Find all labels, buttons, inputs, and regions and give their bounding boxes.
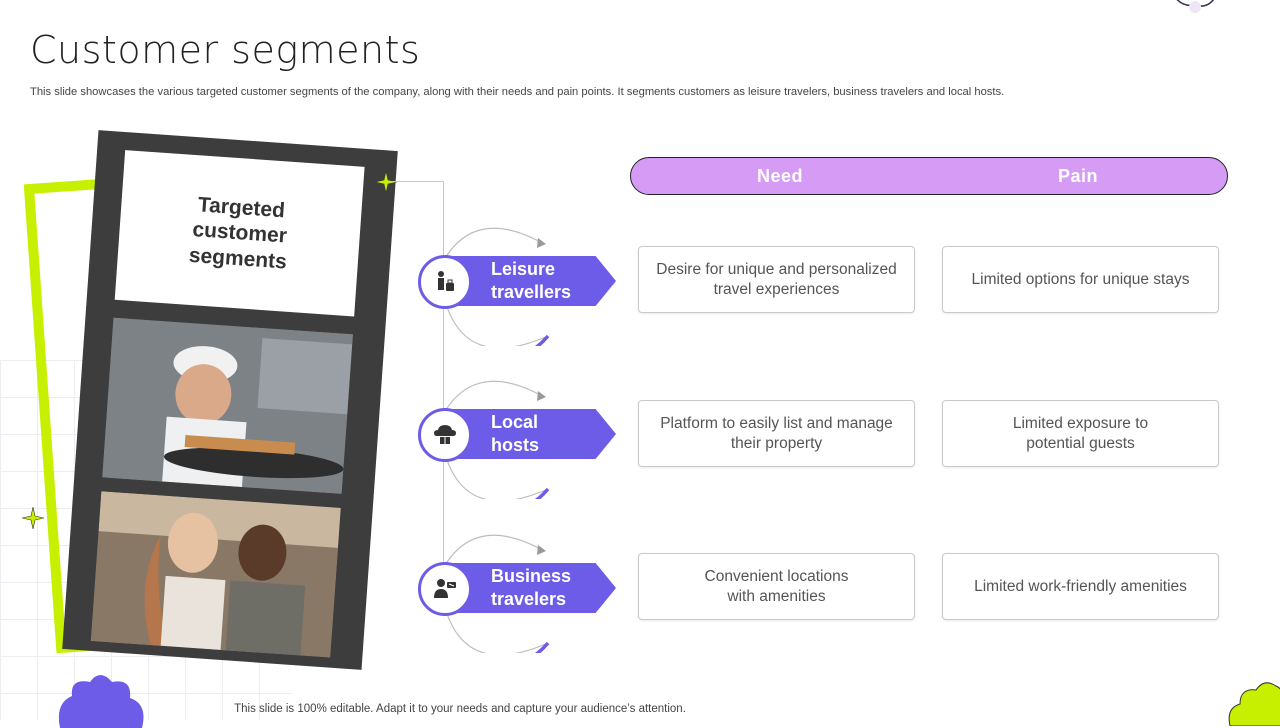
column-header: Need Pain xyxy=(630,157,1228,195)
gear-outline-decoration xyxy=(1176,0,1215,13)
need-card: Platform to easily list and manage their… xyxy=(638,400,915,467)
segment-leisure-travellers: Leisure travellers xyxy=(418,227,618,346)
need-card: Desire for unique and personalized trave… xyxy=(638,246,915,313)
segment-label-line: Business xyxy=(491,566,572,586)
pain-text: Limited exposure to potential guests xyxy=(1012,414,1149,452)
pain-header: Pain xyxy=(1057,165,1098,186)
need-text: Platform to easily list and manage their… xyxy=(660,414,893,452)
page-subtitle: This slide showcases the various targete… xyxy=(30,86,1005,98)
pain-card: Limited work-friendly amenities xyxy=(942,553,1219,620)
segment-business-travelers: Business travelers xyxy=(418,534,618,653)
need-card: Convenient locations with amenities xyxy=(638,553,915,620)
panel-title-card: Targeted customer segments xyxy=(114,150,365,317)
pain-text: Limited work-friendly amenities xyxy=(974,577,1187,595)
business-person-icon xyxy=(418,562,472,616)
travellers-photo xyxy=(90,491,341,658)
traveller-luggage-icon xyxy=(418,255,472,309)
chef-photo xyxy=(102,317,353,495)
page-title: Customer segments xyxy=(30,28,421,72)
sparkle-icon xyxy=(375,171,397,193)
segment-label: Leisure travellers xyxy=(491,258,571,304)
photo-panel: Targeted customer segments xyxy=(62,130,398,670)
segment-label-line: travellers xyxy=(491,282,572,302)
purple-blob-decoration xyxy=(58,675,144,728)
pain-text: Limited options for unique stays xyxy=(971,270,1190,288)
segment-label-line: Local xyxy=(491,412,539,432)
lime-blob-decoration xyxy=(1228,682,1280,726)
segment-local-hosts: Local hosts xyxy=(418,380,618,499)
need-text: Desire for unique and personalized trave… xyxy=(656,260,897,298)
sparkle-icon xyxy=(22,507,44,529)
segment-label-line: travelers xyxy=(491,589,567,609)
panel-title: Targeted customer segments xyxy=(188,193,288,274)
pain-card: Limited exposure to potential guests xyxy=(942,400,1219,467)
cloud-host-icon xyxy=(418,408,472,462)
need-header: Need xyxy=(756,165,803,186)
segment-label: Local hosts xyxy=(491,411,539,457)
segment-label-line: hosts xyxy=(491,435,540,455)
connector-line xyxy=(390,181,443,182)
pain-card: Limited options for unique stays xyxy=(942,246,1219,313)
segment-label-line: Leisure xyxy=(491,259,556,279)
footer-note: This slide is 100% editable. Adapt it to… xyxy=(234,703,686,715)
segment-label: Business travelers xyxy=(491,565,571,611)
need-text: Convenient locations with amenities xyxy=(704,567,849,605)
